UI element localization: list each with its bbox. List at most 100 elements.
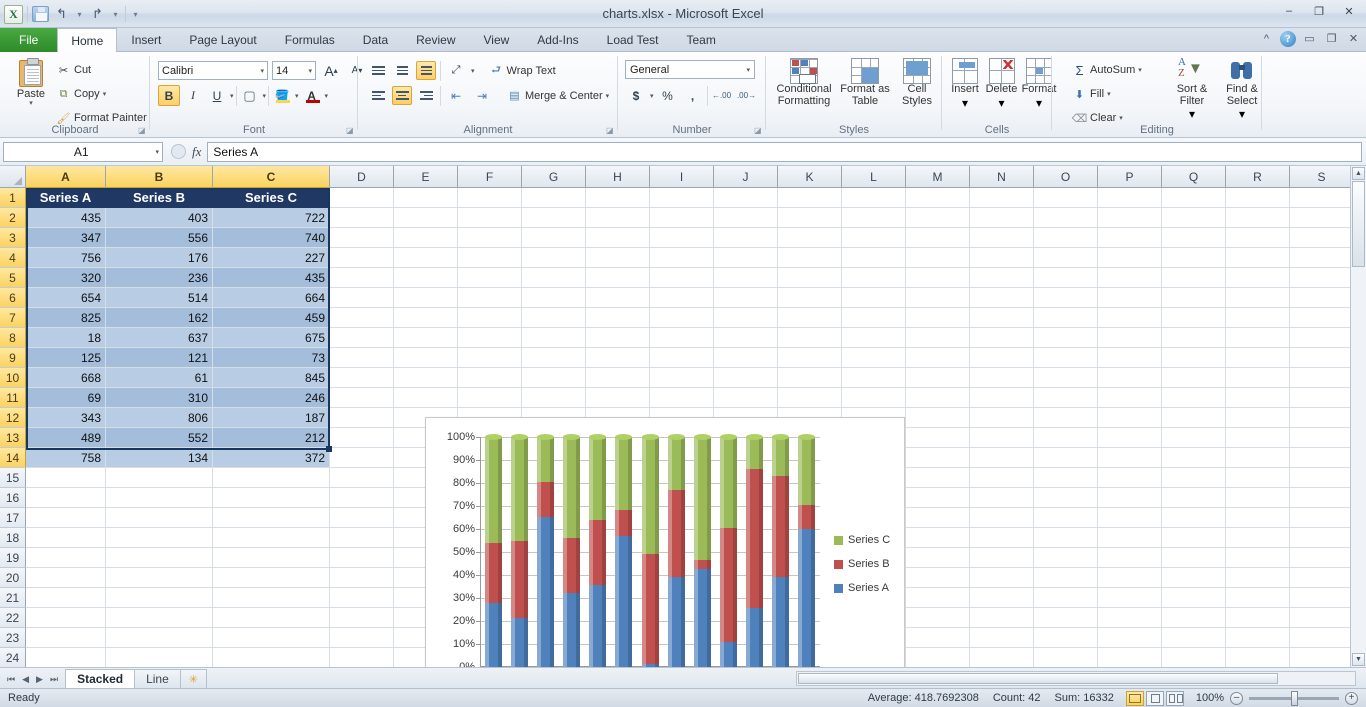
tab-view[interactable]: View — [470, 28, 524, 52]
cell-M19[interactable] — [906, 548, 970, 568]
cell-A22[interactable] — [26, 608, 106, 628]
column-header-C[interactable]: C — [213, 166, 330, 188]
row-header-13[interactable]: 13 — [0, 428, 26, 448]
last-sheet-icon[interactable]: ⏭ — [50, 674, 58, 685]
cell-F6[interactable] — [458, 288, 522, 308]
cell-J11[interactable] — [714, 388, 778, 408]
zoom-level[interactable]: 100% — [1196, 692, 1224, 704]
ribbon-right-controls[interactable]: ^ ? ▭ ❐ ✕ — [1258, 30, 1362, 47]
cell-C19[interactable] — [213, 548, 330, 568]
cell-C10[interactable]: 845 — [213, 368, 330, 388]
cell-Q15[interactable] — [1162, 468, 1226, 488]
cell-I11[interactable] — [650, 388, 714, 408]
cell-O14[interactable] — [1034, 448, 1098, 468]
font-name-input[interactable]: Calibri ▾ — [158, 61, 268, 80]
cell-H2[interactable] — [586, 208, 650, 228]
cell-P19[interactable] — [1098, 548, 1162, 568]
cell-Q12[interactable] — [1162, 408, 1226, 428]
number-format-chevron-down-icon[interactable]: ▾ — [746, 66, 750, 74]
cell-B5[interactable]: 236 — [106, 268, 213, 288]
cell-K3[interactable] — [778, 228, 842, 248]
cell-I9[interactable] — [650, 348, 714, 368]
cell-P14[interactable] — [1098, 448, 1162, 468]
row-header-20[interactable]: 20 — [0, 568, 26, 588]
cell-C21[interactable] — [213, 588, 330, 608]
cell-H9[interactable] — [586, 348, 650, 368]
table-row[interactable]: 320236435 — [26, 268, 1354, 288]
chart-segment-series-c[interactable] — [615, 437, 632, 510]
horizontal-scroll-thumb[interactable] — [798, 673, 1278, 684]
cell-S21[interactable] — [1290, 588, 1354, 608]
cell-O10[interactable] — [1034, 368, 1098, 388]
chart-legend[interactable]: Series CSeries BSeries A — [834, 528, 890, 600]
cell-B21[interactable] — [106, 588, 213, 608]
row-header-18[interactable]: 18 — [0, 528, 26, 548]
column-header-R[interactable]: R — [1226, 166, 1290, 188]
cell-P17[interactable] — [1098, 508, 1162, 528]
cell-E1[interactable] — [394, 188, 458, 208]
cell-F4[interactable] — [458, 248, 522, 268]
restore-window-icon[interactable]: ❐ — [1323, 30, 1340, 47]
formula-bar-buttons[interactable]: fx — [171, 144, 201, 160]
column-header-A[interactable]: A — [26, 166, 106, 188]
cell-M20[interactable] — [906, 568, 970, 588]
cell-G3[interactable] — [522, 228, 586, 248]
chart-bar-column[interactable] — [532, 437, 558, 667]
cell-B23[interactable] — [106, 628, 213, 648]
cell-R10[interactable] — [1226, 368, 1290, 388]
chart-bar-column[interactable] — [794, 437, 820, 667]
insert-worksheet-icon[interactable]: ✳ — [180, 669, 207, 688]
cell-J3[interactable] — [714, 228, 778, 248]
cell-D18[interactable] — [330, 528, 394, 548]
italic-button[interactable]: I — [182, 85, 204, 106]
cell-G10[interactable] — [522, 368, 586, 388]
cell-D9[interactable] — [330, 348, 394, 368]
chart-segment-series-c[interactable] — [485, 437, 502, 543]
cell-A23[interactable] — [26, 628, 106, 648]
decrease-indent-button[interactable]: ⇤ — [445, 85, 467, 106]
cell-A2[interactable]: 435 — [26, 208, 106, 228]
align-right-button[interactable] — [416, 86, 436, 105]
autosum-caret-icon[interactable]: ▾ — [1138, 66, 1142, 74]
cell-D6[interactable] — [330, 288, 394, 308]
cell-D15[interactable] — [330, 468, 394, 488]
cell-H11[interactable] — [586, 388, 650, 408]
cell-O24[interactable] — [1034, 648, 1098, 667]
column-header-O[interactable]: O — [1034, 166, 1098, 188]
cell-B8[interactable]: 637 — [106, 328, 213, 348]
horizontal-scrollbar[interactable] — [796, 671, 1356, 686]
cell-N23[interactable] — [970, 628, 1034, 648]
cell-D22[interactable] — [330, 608, 394, 628]
chart-stacked-bar[interactable] — [485, 437, 502, 667]
cell-N13[interactable] — [970, 428, 1034, 448]
cell-H8[interactable] — [586, 328, 650, 348]
cell-D8[interactable] — [330, 328, 394, 348]
previous-sheet-icon[interactable]: ◀ — [22, 674, 29, 685]
cell-O5[interactable] — [1034, 268, 1098, 288]
column-header-F[interactable]: F — [458, 166, 522, 188]
column-header-M[interactable]: M — [906, 166, 970, 188]
find-select-button[interactable]: Find & Select ▾ — [1218, 58, 1266, 121]
cell-C22[interactable] — [213, 608, 330, 628]
chart-segment-series-b[interactable] — [537, 482, 554, 517]
cell-O17[interactable] — [1034, 508, 1098, 528]
cell-R11[interactable] — [1226, 388, 1290, 408]
cell-Q20[interactable] — [1162, 568, 1226, 588]
cell-F7[interactable] — [458, 308, 522, 328]
cell-B7[interactable]: 162 — [106, 308, 213, 328]
chart-segment-series-b[interactable] — [563, 538, 580, 593]
tab-data[interactable]: Data — [349, 28, 402, 52]
comma-style-button[interactable]: , — [682, 85, 704, 106]
cell-F8[interactable] — [458, 328, 522, 348]
cell-I3[interactable] — [650, 228, 714, 248]
cell-C8[interactable]: 675 — [213, 328, 330, 348]
cell-O4[interactable] — [1034, 248, 1098, 268]
chart-segment-series-a[interactable] — [746, 608, 763, 667]
cell-R20[interactable] — [1226, 568, 1290, 588]
chart-segment-series-c[interactable] — [694, 437, 711, 560]
row-header-4[interactable]: 4 — [0, 248, 26, 268]
chart-segment-series-b[interactable] — [642, 554, 659, 664]
clipboard-dialog-launcher[interactable]: ◪ — [138, 126, 147, 135]
cell-L4[interactable] — [842, 248, 906, 268]
cell-C24[interactable] — [213, 648, 330, 667]
